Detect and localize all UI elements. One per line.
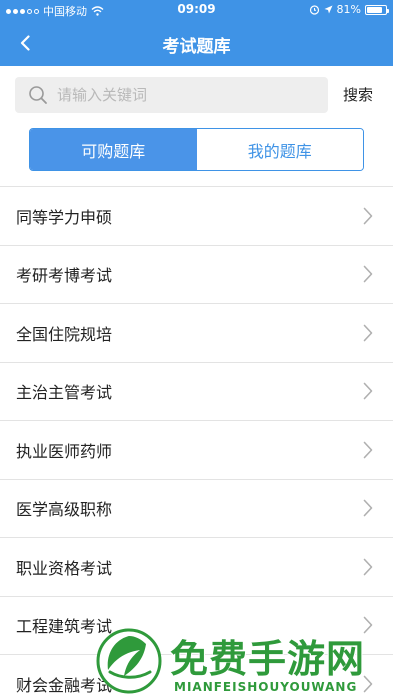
- chevron-right-icon: [363, 441, 375, 459]
- chevron-right-icon: [363, 382, 375, 400]
- list-item[interactable]: 职业资格考试: [0, 538, 393, 597]
- list-item-label: 工程建筑考试: [16, 617, 113, 637]
- location-icon: [324, 5, 333, 14]
- search-box[interactable]: [15, 77, 328, 113]
- list-item-label: 财会金融考试: [16, 675, 113, 695]
- list-item-label: 考研考博考试: [16, 266, 113, 286]
- nav-bar: 考试题库: [0, 20, 393, 66]
- list-item-label: 执业医师药师: [16, 441, 113, 461]
- status-right: 81%: [309, 3, 389, 16]
- app-screen: 中国移动 09:09 81% 考试题库 请输入关键词 搜索 可购题库 我的题库 …: [0, 0, 393, 700]
- alarm-icon: [309, 5, 319, 15]
- chevron-right-icon: [363, 499, 375, 517]
- chevron-right-icon: [363, 324, 375, 342]
- tab-bar: 可购题库 我的题库: [29, 128, 364, 171]
- tab-purchasable-banks[interactable]: 可购题库: [30, 129, 197, 170]
- list-item-label: 职业资格考试: [16, 558, 113, 578]
- list-item-label: 同等学力申硕: [16, 207, 113, 227]
- tab-my-banks[interactable]: 我的题库: [196, 129, 363, 170]
- search-button[interactable]: 搜索: [332, 77, 384, 113]
- list-item-label: 主治主管考试: [16, 383, 113, 403]
- search-input[interactable]: [57, 86, 297, 104]
- chevron-right-icon: [363, 265, 375, 283]
- battery-icon: [365, 4, 389, 15]
- list-item-label: 医学高级职称: [16, 500, 113, 520]
- search-icon: [27, 84, 49, 106]
- list-item[interactable]: 主治主管考试: [0, 362, 393, 421]
- list-item[interactable]: 考研考博考试: [0, 245, 393, 304]
- list-item[interactable]: 同等学力申硕: [0, 187, 393, 246]
- list-item[interactable]: 医学高级职称: [0, 479, 393, 538]
- chevron-right-icon: [363, 558, 375, 576]
- chevron-right-icon: [363, 675, 375, 693]
- list-item-label: 全国住院规培: [16, 324, 113, 344]
- list-item[interactable]: 工程建筑考试: [0, 596, 393, 655]
- header: 中国移动 09:09 81% 考试题库: [0, 0, 393, 66]
- category-list: 同等学力申硕 考研考博考试 全国住院规培 主治主管考试 执业医师药师 医学高级职…: [0, 186, 393, 700]
- battery-fill: [367, 6, 382, 13]
- chevron-right-icon: [363, 616, 375, 634]
- chevron-right-icon: [363, 207, 375, 225]
- status-bar: 中国移动 09:09 81%: [0, 0, 393, 20]
- page-title: 考试题库: [162, 37, 231, 57]
- list-item[interactable]: 财会金融考试: [0, 655, 393, 700]
- list-item[interactable]: 全国住院规培: [0, 304, 393, 363]
- battery-percent: 81%: [336, 3, 361, 16]
- list-item[interactable]: 执业医师药师: [0, 421, 393, 480]
